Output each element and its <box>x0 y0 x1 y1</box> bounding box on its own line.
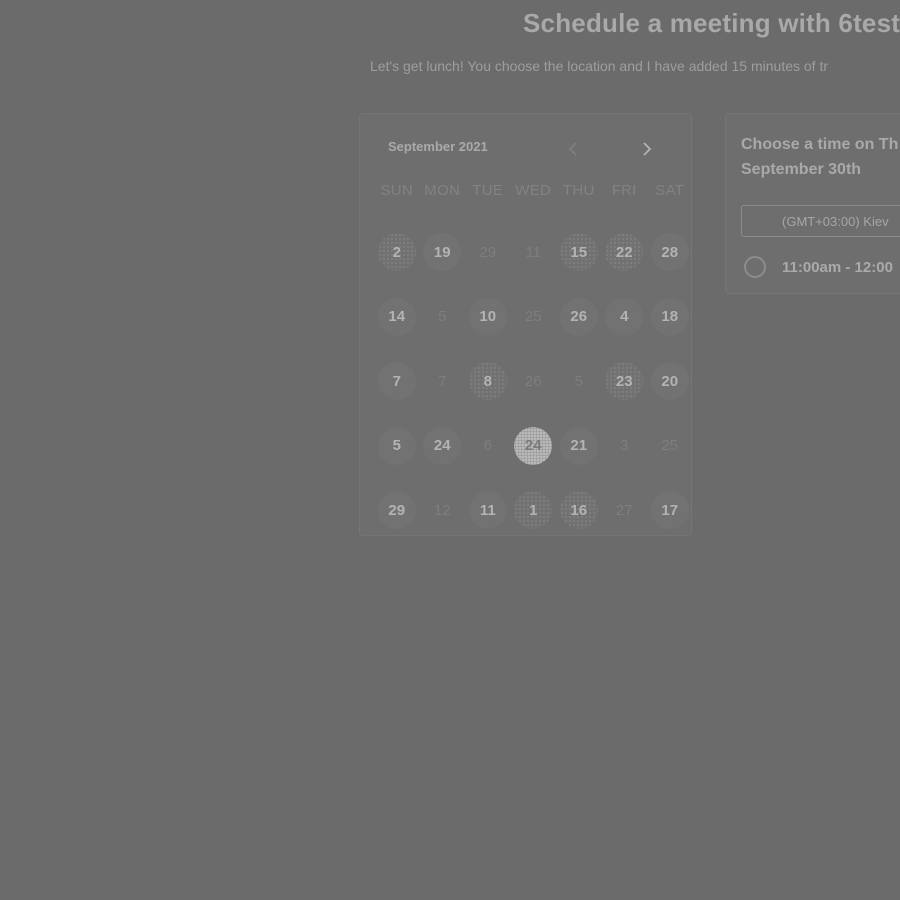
time-slot[interactable]: 11:00am - 12:00 <box>744 256 893 278</box>
weekday-label: TUE <box>472 182 504 199</box>
calendar-day[interactable]: 7 <box>377 362 416 401</box>
calendar-day: 29 <box>479 243 497 261</box>
calendar-day[interactable]: 2 <box>377 233 416 272</box>
calendar-cell: 10 <box>465 285 511 350</box>
time-slot-label: 11:00am - 12:00 <box>782 258 893 276</box>
calendar-day-selected[interactable]: 24 <box>514 426 553 465</box>
calendar-day[interactable]: 5 <box>377 426 416 465</box>
calendar-day[interactable]: 22 <box>605 233 644 272</box>
calendar-cell: 5 <box>420 285 466 350</box>
calendar-day: 7 <box>438 372 447 390</box>
weekday-label: THU <box>562 182 595 199</box>
calendar-cell: 26 <box>511 349 557 414</box>
calendar-cell: 24 <box>511 414 557 479</box>
weekday-header: SUN MON TUE WED THU FRI SAT <box>374 182 690 199</box>
calendar-day[interactable]: 16 <box>559 491 598 530</box>
calendar-day[interactable]: 11 <box>468 491 507 530</box>
radio-button[interactable] <box>744 256 766 278</box>
calendar-cell: 12 <box>420 478 466 543</box>
calendar-day[interactable]: 28 <box>650 233 689 272</box>
calendar-day[interactable]: 19 <box>423 233 462 272</box>
calendar-cell: 24 <box>420 414 466 479</box>
calendar-cell: 19 <box>420 220 466 285</box>
calendar-day: 5 <box>574 372 583 390</box>
calendar-cell: 25 <box>647 414 693 479</box>
calendar-cell: 5 <box>556 349 602 414</box>
calendar-panel: September 2021 SUN MON TUE WED THU FRI SAT 2 19… <box>359 113 692 536</box>
calendar-cell: 29 <box>374 478 420 543</box>
calendar-day: 11 <box>525 243 542 261</box>
meeting-description: Let's get lunch! You choose the location… <box>370 58 829 74</box>
calendar-day[interactable]: 20 <box>650 362 689 401</box>
time-panel-heading: Choose a time on Th September 30th <box>741 132 900 182</box>
month-label: September 2021 <box>388 139 488 154</box>
calendar-day: 6 <box>483 437 492 455</box>
calendar-day[interactable]: 29 <box>377 491 416 530</box>
calendar-cell: 16 <box>556 478 602 543</box>
calendar-cell: 6 <box>465 414 511 479</box>
calendar-day: 25 <box>661 437 679 455</box>
calendar-day: 3 <box>620 437 629 455</box>
calendar-day: 12 <box>433 501 451 519</box>
calendar-cell: 21 <box>556 414 602 479</box>
page-title: Schedule a meeting with 6test <box>523 8 900 38</box>
calendar-cell: 15 <box>556 220 602 285</box>
calendar-cell: 29 <box>465 220 511 285</box>
calendar-cell: 1 <box>511 478 557 543</box>
weekday-label: SUN <box>380 182 414 199</box>
calendar-day: 26 <box>524 372 542 390</box>
calendar-grid: 2 19 29 11 15 22 28 14 5 10 25 26 4 18 7 7 8 26 5 23 20 5 24 6 2… <box>374 220 693 543</box>
calendar-day[interactable]: 26 <box>559 297 598 336</box>
weekday-label: SAT <box>655 182 685 199</box>
calendar-day[interactable]: 17 <box>650 491 689 530</box>
calendar-cell: 26 <box>556 285 602 350</box>
calendar-day[interactable]: 1 <box>514 491 553 530</box>
calendar-cell: 20 <box>647 349 693 414</box>
weekday-label: WED <box>515 182 552 199</box>
next-month-button[interactable] <box>636 138 658 160</box>
calendar-cell: 2 <box>374 220 420 285</box>
calendar-day: 25 <box>524 308 542 326</box>
calendar-cell: 7 <box>374 349 420 414</box>
calendar-day[interactable]: 21 <box>559 426 598 465</box>
calendar-cell: 17 <box>647 478 693 543</box>
scheduling-page: Schedule a meeting with 6test Let's get … <box>0 0 900 900</box>
calendar-cell: 5 <box>374 414 420 479</box>
time-slots-panel: Choose a time on Th September 30th (GMT+… <box>725 113 900 294</box>
calendar-cell: 27 <box>602 478 648 543</box>
chevron-left-icon <box>568 142 577 156</box>
time-panel-heading-line2: September 30th <box>741 161 862 178</box>
calendar-cell: 7 <box>420 349 466 414</box>
calendar-day[interactable]: 15 <box>559 233 598 272</box>
calendar-day[interactable]: 24 <box>423 426 462 465</box>
calendar-day[interactable]: 23 <box>605 362 644 401</box>
calendar-day: 5 <box>438 308 447 326</box>
calendar-day[interactable]: 10 <box>468 297 507 336</box>
calendar-cell: 11 <box>511 220 557 285</box>
timezone-select[interactable]: (GMT+03:00) Kiev <box>741 205 900 237</box>
calendar-cell: 25 <box>511 285 557 350</box>
calendar-cell: 22 <box>602 220 648 285</box>
calendar-cell: 4 <box>602 285 648 350</box>
time-panel-heading-line1: Choose a time on Th <box>741 136 899 153</box>
calendar-cell: 11 <box>465 478 511 543</box>
calendar-day[interactable]: 18 <box>650 297 689 336</box>
weekday-label: FRI <box>611 182 637 199</box>
chevron-right-icon <box>643 142 652 156</box>
calendar-day: 27 <box>615 501 633 519</box>
calendar-cell: 28 <box>647 220 693 285</box>
calendar-cell: 23 <box>602 349 648 414</box>
calendar-cell: 14 <box>374 285 420 350</box>
previous-month-button[interactable] <box>562 138 584 160</box>
calendar-cell: 3 <box>602 414 648 479</box>
calendar-cell: 18 <box>647 285 693 350</box>
calendar-cell: 8 <box>465 349 511 414</box>
calendar-day[interactable]: 8 <box>468 362 507 401</box>
calendar-day[interactable]: 4 <box>605 297 644 336</box>
calendar-day[interactable]: 14 <box>377 297 416 336</box>
weekday-label: MON <box>424 182 461 199</box>
